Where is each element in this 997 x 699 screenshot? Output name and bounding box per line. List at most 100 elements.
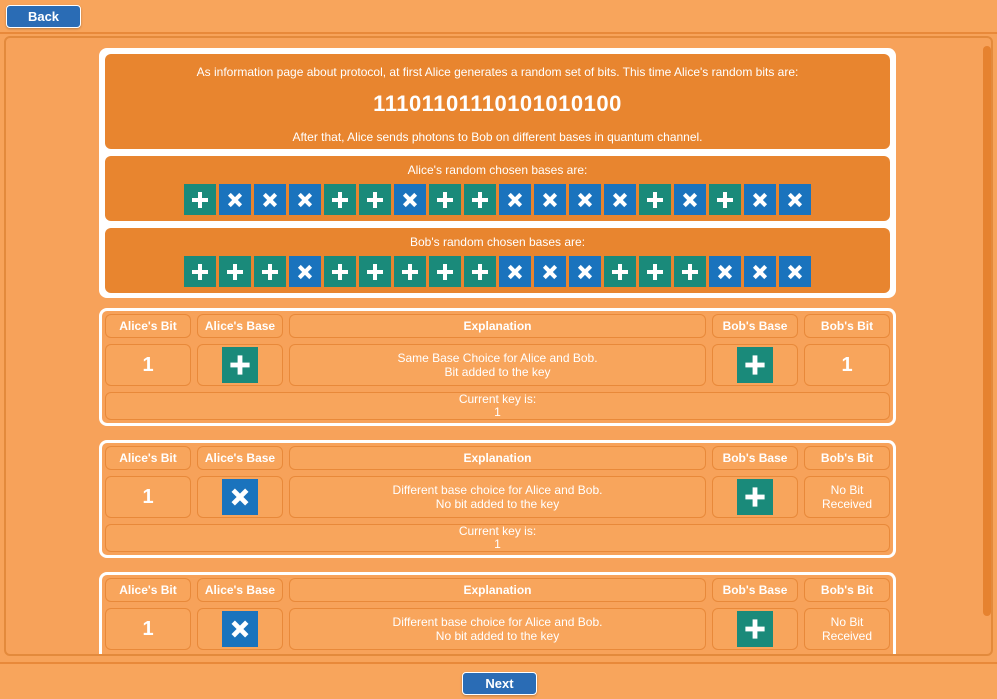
- bob-bit-value: No Bit Received: [804, 608, 890, 650]
- diagonal-base-icon: [222, 479, 258, 515]
- current-key-cell: Current key is: 1: [105, 392, 890, 420]
- explanation-line2: No bit added to the key: [435, 497, 560, 511]
- top-toolbar: [0, 0, 997, 34]
- comparison-step: Alice's Bit Alice's Base Explanation Bob's …: [99, 308, 896, 426]
- diagonal-base-icon: [534, 184, 566, 215]
- rectilinear-base-icon: [184, 256, 216, 287]
- diagonal-base-icon: [674, 184, 706, 215]
- rectilinear-base-icon: [709, 184, 741, 215]
- diagonal-base-icon: [604, 184, 636, 215]
- diagonal-base-icon: [779, 184, 811, 215]
- header-bob-base: Bob's Base: [712, 578, 798, 602]
- alice-bases-title: Alice's random chosen bases are:: [407, 163, 588, 177]
- header-bob-base: Bob's Base: [712, 314, 798, 338]
- comparison-step: Alice's Bit Alice's Base Explanation Bob's …: [99, 572, 896, 654]
- alice-bits-panel: As information page about protocol, at f…: [105, 54, 890, 149]
- diagonal-base-icon: [499, 184, 531, 215]
- explanation-line1: Different base choice for Alice and Bob.: [392, 615, 603, 629]
- bob-base-cell: [712, 344, 798, 386]
- rectilinear-base-icon: [324, 256, 356, 287]
- bob-bases-panel: Bob's random chosen bases are:: [105, 228, 890, 293]
- protocol-info-box: As information page about protocol, at f…: [99, 48, 896, 298]
- header-alice-bit: Alice's Bit: [105, 578, 191, 602]
- alice-base-cell: [197, 344, 283, 386]
- explanation-cell: Different base choice for Alice and Bob.…: [289, 476, 706, 518]
- rectilinear-base-icon: [359, 184, 391, 215]
- header-alice-bit: Alice's Bit: [105, 314, 191, 338]
- rectilinear-base-icon: [394, 256, 426, 287]
- header-bob-base: Bob's Base: [712, 446, 798, 470]
- diagonal-base-icon: [779, 256, 811, 287]
- alice-bit-value: 1: [105, 476, 191, 518]
- vertical-scrollbar[interactable]: [983, 46, 991, 616]
- rectilinear-base-icon: [674, 256, 706, 287]
- current-key-cell: Current key is: 1: [105, 524, 890, 552]
- back-button[interactable]: Back: [6, 5, 81, 28]
- rectilinear-base-icon: [429, 184, 461, 215]
- diagonal-base-icon: [569, 256, 601, 287]
- diagonal-base-icon: [744, 184, 776, 215]
- diagonal-base-icon: [289, 184, 321, 215]
- next-button[interactable]: Next: [462, 672, 537, 695]
- current-key-value: 1: [494, 537, 501, 551]
- header-alice-base: Alice's Base: [197, 578, 283, 602]
- diagonal-base-icon: [394, 184, 426, 215]
- header-alice-base: Alice's Base: [197, 314, 283, 338]
- current-key-value: 1: [494, 405, 501, 419]
- rectilinear-base-icon: [639, 184, 671, 215]
- header-explanation: Explanation: [289, 446, 706, 470]
- rectilinear-base-icon: [254, 256, 286, 287]
- header-bob-bit: Bob's Bit: [804, 446, 890, 470]
- diagonal-base-icon: [534, 256, 566, 287]
- alice-bases-row: [105, 184, 890, 215]
- after-text: After that, Alice sends photons to Bob o…: [292, 130, 703, 144]
- bob-bases-row: [105, 256, 890, 287]
- header-bob-bit: Bob's Bit: [804, 578, 890, 602]
- rectilinear-base-icon: [184, 184, 216, 215]
- diagonal-base-icon: [254, 184, 286, 215]
- header-explanation: Explanation: [289, 314, 706, 338]
- alice-bit-value: 1: [105, 608, 191, 650]
- rectilinear-base-icon: [604, 256, 636, 287]
- diagonal-base-icon: [569, 184, 601, 215]
- bob-bit-value: 1: [804, 344, 890, 386]
- diagonal-base-icon: [222, 611, 258, 647]
- explanation-line2: No bit added to the key: [435, 629, 560, 643]
- diagonal-base-icon: [709, 256, 741, 287]
- bob-bases-title: Bob's random chosen bases are:: [409, 235, 586, 249]
- diagonal-base-icon: [219, 184, 251, 215]
- rectilinear-base-icon: [222, 347, 258, 383]
- alice-bit-value: 1: [105, 344, 191, 386]
- intro-text: As information page about protocol, at f…: [196, 65, 799, 79]
- alice-base-cell: [197, 476, 283, 518]
- rectilinear-base-icon: [737, 347, 773, 383]
- explanation-cell: Same Base Choice for Alice and Bob. Bit a…: [289, 344, 706, 386]
- diagonal-base-icon: [289, 256, 321, 287]
- header-alice-bit: Alice's Bit: [105, 446, 191, 470]
- alice-base-cell: [197, 608, 283, 650]
- rectilinear-base-icon: [429, 256, 461, 287]
- diagonal-base-icon: [499, 256, 531, 287]
- bob-bit-value: No Bit Received: [804, 476, 890, 518]
- rectilinear-base-icon: [324, 184, 356, 215]
- alice-bases-panel: Alice's random chosen bases are:: [105, 156, 890, 221]
- rectilinear-base-icon: [737, 479, 773, 515]
- content-area: As information page about protocol, at f…: [4, 36, 993, 656]
- rectilinear-base-icon: [737, 611, 773, 647]
- rectilinear-base-icon: [464, 256, 496, 287]
- diagonal-base-icon: [744, 256, 776, 287]
- rectilinear-base-icon: [464, 184, 496, 215]
- rectilinear-base-icon: [219, 256, 251, 287]
- header-explanation: Explanation: [289, 578, 706, 602]
- explanation-line1: Different base choice for Alice and Bob.: [392, 483, 603, 497]
- header-alice-base: Alice's Base: [197, 446, 283, 470]
- bob-base-cell: [712, 476, 798, 518]
- comparison-step: Alice's Bit Alice's Base Explanation Bob's …: [99, 440, 896, 558]
- explanation-line1: Same Base Choice for Alice and Bob.: [397, 351, 598, 365]
- explanation-line2: Bit added to the key: [444, 365, 551, 379]
- bob-base-cell: [712, 608, 798, 650]
- rectilinear-base-icon: [639, 256, 671, 287]
- explanation-cell: Different base choice for Alice and Bob.…: [289, 608, 706, 650]
- header-bob-bit: Bob's Bit: [804, 314, 890, 338]
- alice-random-bits: 11101101110101010100: [373, 91, 622, 116]
